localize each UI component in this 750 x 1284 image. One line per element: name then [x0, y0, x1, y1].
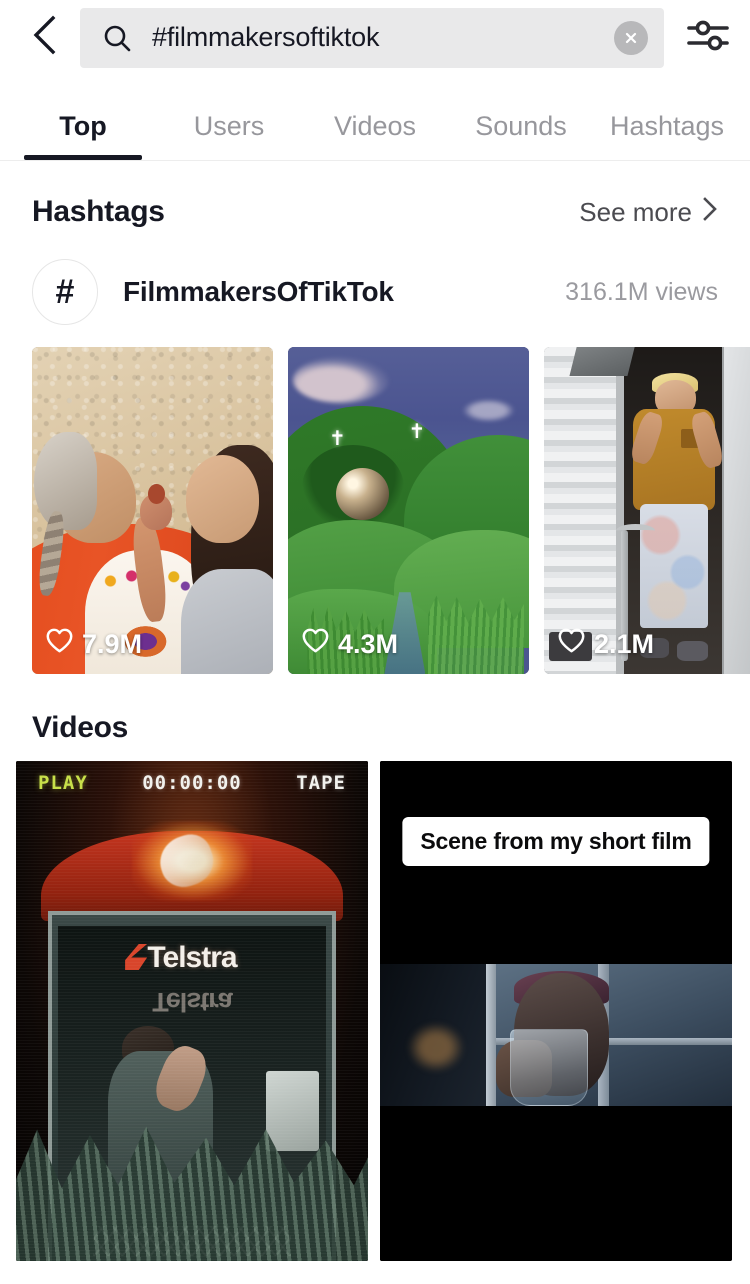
hashtag-name: FilmmakersOfTikTok	[123, 276, 394, 307]
search-input-value[interactable]: #filmmakersoftiktok	[152, 22, 614, 53]
thumbnail-image-trailer-doorway	[544, 347, 750, 674]
hashtag-view-count: 316.1M views	[565, 277, 718, 306]
video-results-grid: Telstra Telstra PLAY 00:00:00 TAPE Scene…	[0, 761, 750, 1261]
vhs-tape-label: TAPE	[296, 772, 346, 794]
close-icon	[625, 32, 637, 43]
hashtag-result-row[interactable]: # FilmmakersOfTikTok 316.1M views	[0, 245, 750, 329]
search-field[interactable]: #filmmakersoftiktok	[80, 7, 664, 68]
like-count-badge: 2.1M	[558, 628, 654, 660]
tab-hashtags[interactable]: Hashtags	[594, 111, 740, 160]
videos-section-header: Videos	[0, 677, 750, 761]
thumbnail-image-green-hills: ✝ ✝	[288, 347, 529, 674]
tab-top[interactable]: Top	[10, 111, 156, 160]
top-search-bar: #filmmakersoftiktok	[0, 0, 750, 75]
heart-icon	[558, 628, 585, 660]
cross-marker-left: ✝	[328, 427, 346, 450]
see-more-label: See more	[579, 196, 692, 227]
search-result-tabs: Top Users Videos Sounds Hashtags	[0, 75, 750, 161]
vhs-overlay-bar: PLAY 00:00:00 TAPE	[16, 761, 368, 794]
like-count-value: 4.3M	[338, 628, 399, 659]
telstra-logo-reflection: Telstra	[152, 987, 232, 1017]
telstra-logo-text: Telstra	[147, 941, 237, 974]
vhs-play-label: PLAY	[38, 772, 88, 794]
hashtags-section-header: Hashtags See more	[0, 161, 750, 245]
hashtags-title: Hashtags	[32, 195, 165, 228]
hashtags-see-more-button[interactable]: See more	[579, 196, 718, 229]
carousel-item-3[interactable]: 2.1M	[544, 347, 750, 674]
like-count-value: 2.1M	[594, 628, 655, 659]
video-caption-overlay: Scene from my short film	[402, 817, 710, 866]
search-icon	[102, 23, 132, 53]
video-card-2[interactable]: Scene from my short film	[380, 761, 732, 1261]
videos-title: Videos	[32, 711, 129, 744]
cross-marker-right: ✝	[408, 421, 426, 444]
like-count-badge: 7.9M	[46, 628, 142, 660]
tab-videos[interactable]: Videos	[302, 111, 448, 160]
carousel-item-1[interactable]: 7.9M	[32, 347, 273, 674]
thumbnail-image-abuela	[32, 347, 273, 674]
filter-button[interactable]	[684, 14, 732, 62]
back-button[interactable]	[22, 13, 66, 62]
video-thumbnail-telstra-booth: Telstra Telstra	[16, 761, 368, 1261]
filter-sliders-icon	[686, 16, 730, 59]
heart-icon	[302, 628, 329, 660]
vhs-timecode: 00:00:00	[142, 772, 242, 794]
like-count-value: 7.9M	[82, 628, 143, 659]
chevron-right-icon	[702, 196, 718, 229]
carousel-item-2[interactable]: ✝ ✝ 4.3M	[288, 347, 529, 674]
chevron-left-icon	[29, 13, 59, 62]
heart-icon	[46, 628, 73, 660]
tab-users[interactable]: Users	[156, 111, 302, 160]
clear-search-button[interactable]	[614, 20, 648, 55]
like-count-badge: 4.3M	[302, 628, 398, 660]
video-card-1[interactable]: Telstra Telstra PLAY 00:00:00 TAPE	[16, 761, 368, 1261]
hashtag-icon: #	[32, 259, 98, 325]
tab-sounds[interactable]: Sounds	[448, 111, 594, 160]
hashtag-video-carousel[interactable]: 7.9M ✝ ✝ 4.3M 2.1M	[0, 329, 750, 677]
